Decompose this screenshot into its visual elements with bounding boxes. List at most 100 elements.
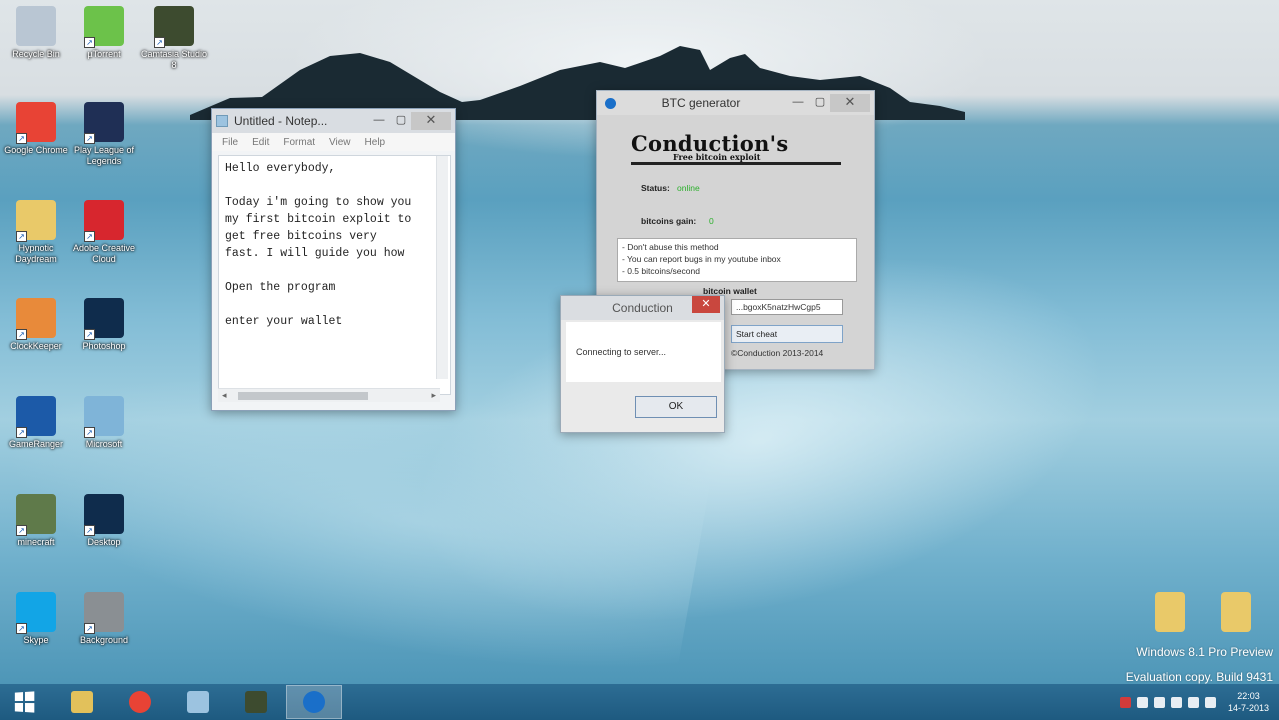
shortcut-arrow-icon: ↗ — [84, 133, 95, 144]
start-cheat-button[interactable]: Start cheat — [731, 325, 843, 343]
notepad-menubar: File Edit Format View Help — [212, 133, 455, 151]
desktop-icon[interactable]: ↗ Skype — [2, 588, 70, 674]
desktop-icon-label: Recycle Bin — [12, 49, 60, 59]
btc-notes-box: - Don't abuse this method - You can repo… — [617, 238, 857, 282]
clockkeeper-icon: ↗ — [16, 298, 56, 340]
btc-generator-icon — [303, 691, 325, 713]
scroll-left-icon[interactable]: ◂ — [222, 390, 227, 401]
desktop-icon-label: Desktop — [87, 537, 121, 547]
menu-help[interactable]: Help — [365, 137, 386, 148]
notepad-horizontal-scrollbar[interactable]: ◂ ▸ — [218, 388, 440, 402]
minimize-button[interactable]: — — [788, 95, 808, 111]
desktop-icon-label: ClockKeeper — [10, 341, 62, 351]
btc-credit: ©Conduction 2013-2014 — [731, 348, 824, 358]
skype-icon: ↗ — [16, 592, 56, 634]
close-button[interactable]: ✕ — [830, 94, 870, 112]
league-icon: ↗ — [84, 102, 124, 144]
notepad-text-area[interactable]: Hello everybody, Today i'm going to show… — [218, 155, 451, 395]
start-button[interactable] — [0, 684, 48, 720]
dialog-titlebar[interactable]: Conduction ✕ — [561, 296, 724, 320]
desktop-icon[interactable]: ↗ GameRanger — [2, 392, 70, 478]
desktop-icon[interactable]: ↗ Google Chrome — [2, 98, 70, 184]
network-icon[interactable] — [1187, 696, 1199, 708]
watermark-edition: Windows 8.1 Pro Preview — [1136, 645, 1273, 659]
desktop-icon[interactable]: ↗ Microsoft — [70, 392, 138, 478]
menu-view[interactable]: View — [329, 137, 351, 148]
scroll-right-icon[interactable]: ▸ — [431, 390, 436, 401]
recycle-bin-icon — [16, 6, 56, 46]
desktop-icon[interactable]: ↗ Adobe Creative Cloud — [70, 196, 138, 282]
shortcut-arrow-icon: ↗ — [154, 37, 165, 48]
desktop-icon[interactable]: ↗ µTorrent — [70, 2, 138, 88]
desktop-icon-label: Photoshop — [82, 341, 126, 351]
gain-label: bitcoins gain: — [641, 216, 697, 226]
taskbar-app-btc-generator[interactable] — [286, 685, 342, 719]
file-explorer-icon — [71, 691, 93, 713]
menu-edit[interactable]: Edit — [252, 137, 269, 148]
photoshop-icon: ↗ — [84, 298, 124, 340]
tray-icon[interactable] — [1153, 696, 1165, 708]
taskbar-app-camtasia[interactable] — [228, 685, 284, 719]
maximize-button[interactable]: ▢ — [810, 95, 830, 111]
dialog-message: Connecting to server... — [576, 347, 667, 357]
notepad-titlebar[interactable]: Untitled - Notep... — ▢ ✕ — [212, 109, 455, 133]
wallet-input[interactable]: ...bgoxK5natzHwCgp5 — [731, 299, 843, 315]
shortcut-arrow-icon: ↗ — [84, 525, 95, 536]
clock[interactable]: 22:03 14-7-2013 — [1228, 690, 1269, 714]
taskbar-app-file-explorer[interactable] — [54, 685, 110, 719]
volume-icon[interactable] — [1204, 696, 1216, 708]
desktop-icon[interactable]: ↗ Camtasia Studio 8 — [140, 2, 208, 88]
status-value: online — [677, 183, 700, 193]
folder-icon: ↗ — [16, 200, 56, 242]
desktop-icon-label: Camtasia Studio 8 — [140, 49, 208, 70]
shortcut-arrow-icon: ↗ — [16, 623, 27, 634]
ok-button[interactable]: OK — [635, 396, 717, 418]
shortcut-arrow-icon: ↗ — [84, 623, 95, 634]
desktop-icon[interactable]: ↗ Photoshop — [70, 294, 138, 380]
taskbar-app-chrome[interactable] — [112, 685, 168, 719]
notepad-window[interactable]: Untitled - Notep... — ▢ ✕ File Edit Form… — [211, 108, 456, 411]
desktop-icon[interactable]: Recycle Bin — [2, 2, 70, 88]
menu-file[interactable]: File — [222, 137, 238, 148]
desktop-icon[interactable]: ↗ Play League of Legends — [70, 98, 138, 184]
desktop-icon[interactable]: ↗ Hypnotic Daydream — [2, 196, 70, 282]
conduction-dialog[interactable]: Conduction ✕ Connecting to server... OK — [560, 295, 725, 433]
btc-title: BTC generator — [661, 96, 741, 110]
tray-icon[interactable] — [1136, 696, 1148, 708]
close-button[interactable]: ✕ — [411, 112, 451, 130]
utorrent-icon: ↗ — [84, 6, 124, 48]
note-line: - Don't abuse this method — [622, 242, 719, 252]
desktop-icon[interactable]: ↗ ClockKeeper — [2, 294, 70, 380]
desktop-icon-label: Microsoft — [85, 439, 123, 449]
scroll-thumb[interactable] — [238, 392, 368, 400]
btc-divider — [631, 162, 841, 165]
note-line: - 0.5 bitcoins/second — [622, 266, 700, 276]
desktop-icon[interactable]: ↗ minecraft — [2, 490, 70, 576]
desktop-icon-label: Adobe Creative Cloud — [72, 243, 136, 264]
notepad-vertical-scrollbar[interactable] — [436, 156, 448, 379]
shortcut-arrow-icon: ↗ — [84, 37, 95, 48]
desktop-icon-label: GameRanger — [8, 439, 64, 449]
notepad-title: Untitled - Notep... — [234, 114, 328, 128]
menu-format[interactable]: Format — [283, 137, 315, 148]
shortcut-arrow-icon: ↗ — [84, 231, 95, 242]
tray-icon-red[interactable] — [1119, 696, 1131, 708]
notepad-icon — [187, 691, 209, 713]
windows-watermark: Windows 8.1 Pro Preview Evaluation copy.… — [1126, 640, 1273, 690]
shortcut-arrow-icon: ↗ — [16, 231, 27, 242]
dialog-title: Conduction — [612, 301, 673, 315]
note-line: - You can report bugs in my youtube inbo… — [622, 254, 781, 264]
flag-icon[interactable] — [1170, 696, 1182, 708]
chrome-icon — [129, 691, 151, 713]
taskbar-app-notepad[interactable] — [170, 685, 226, 719]
minimize-button[interactable]: — — [369, 113, 389, 129]
maximize-button[interactable]: ▢ — [391, 113, 411, 129]
dialog-close-button[interactable]: ✕ — [692, 296, 720, 313]
desktop-icon[interactable]: ↗ Desktop — [70, 490, 138, 576]
shortcut-arrow-icon: ↗ — [84, 329, 95, 340]
system-tray: 22:03 14-7-2013 — [1119, 684, 1269, 720]
taskbar: 22:03 14-7-2013 — [0, 684, 1279, 720]
camtasia-icon: ↗ — [154, 6, 194, 48]
desktop-icon[interactable]: ↗ Background — [70, 588, 138, 674]
btc-titlebar[interactable]: BTC generator — ▢ ✕ — [597, 91, 874, 115]
